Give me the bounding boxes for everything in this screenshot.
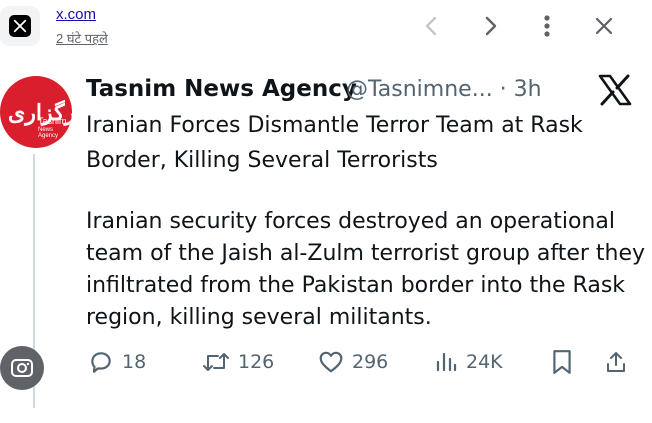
views-count: 24K <box>466 351 503 373</box>
bookmark-button[interactable] <box>551 346 573 378</box>
like-icon <box>319 351 343 373</box>
reply-button[interactable]: 18 <box>88 346 146 378</box>
avatar-logo-name: Tasnim <box>38 116 67 126</box>
views-button[interactable]: 24K <box>434 346 503 378</box>
like-button[interactable]: 296 <box>318 346 388 378</box>
close-icon <box>595 17 613 35</box>
source-time-link[interactable]: 2 घंटे पहले <box>56 29 108 47</box>
author-name[interactable]: Tasnim News Agency <box>86 76 357 102</box>
views-icon <box>436 352 457 372</box>
more-options-button[interactable] <box>529 10 565 42</box>
like-count: 296 <box>352 351 389 373</box>
author-handle-time[interactable]: @Tasnimne... · 3h <box>346 77 542 102</box>
repost-button[interactable]: 126 <box>202 346 274 378</box>
source-domain-link[interactable]: x.com <box>56 6 96 23</box>
avatar-logo-sub: News Agency <box>38 127 59 139</box>
previous-button[interactable] <box>414 10 450 42</box>
tweet-headline: Iranian Forces Dismantle Terror Team at … <box>86 113 583 173</box>
bookmark-icon <box>553 350 571 374</box>
lens-button[interactable] <box>0 346 44 390</box>
repost-count: 126 <box>238 351 275 373</box>
more-vertical-icon <box>544 15 550 37</box>
share-icon <box>607 352 625 372</box>
lens-icon <box>11 359 33 377</box>
source-favicon[interactable] <box>0 6 40 46</box>
chevron-right-icon <box>485 16 497 36</box>
share-button[interactable] <box>604 346 628 378</box>
tweet-body: Iranian security forces destroyed an ope… <box>86 209 646 330</box>
x-brand-icon[interactable] <box>598 74 632 106</box>
reply-icon <box>91 352 111 373</box>
reply-count: 18 <box>122 351 147 373</box>
close-button[interactable] <box>586 10 622 42</box>
chevron-left-icon <box>425 16 437 36</box>
x-logo-icon <box>9 15 31 37</box>
avatar[interactable]: خبرگزاری Tasnim News Agency <box>0 76 72 148</box>
next-button[interactable] <box>472 10 508 42</box>
repost-icon <box>203 353 229 371</box>
